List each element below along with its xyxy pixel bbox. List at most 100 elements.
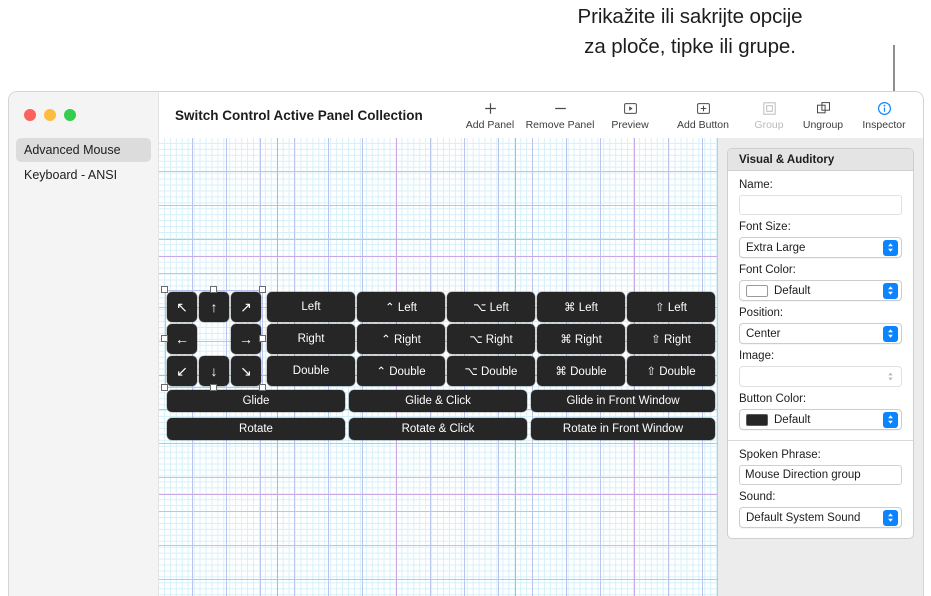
selection-handle[interactable] xyxy=(210,384,217,391)
panel-action-button[interactable]: Rotate xyxy=(167,418,345,440)
sidebar-item-keyboard-ansi[interactable]: Keyboard - ANSI xyxy=(16,163,151,187)
sidebar-item-label: Keyboard - ANSI xyxy=(24,168,118,182)
font-color-swatch xyxy=(746,284,768,297)
toolbar-add-panel-label: Add Panel xyxy=(465,119,515,131)
panel-action-button[interactable]: Glide xyxy=(167,390,345,412)
selection-handle[interactable] xyxy=(259,335,266,342)
button-color-value: Default xyxy=(774,413,811,426)
panel-action-button[interactable]: ⌘ Double xyxy=(537,356,625,386)
toolbar-preview-label: Preview xyxy=(611,119,649,131)
panel-action-button[interactable]: ⌥ Left xyxy=(447,292,535,322)
panel-action-button[interactable]: Glide in Front Window xyxy=(531,390,715,412)
traffic-lights xyxy=(24,109,76,121)
toolbar-inspector-button[interactable]: Inspector xyxy=(853,92,915,131)
toolbar-preview-button[interactable]: Preview xyxy=(599,92,661,131)
inspector-panel: Visual & Auditory Name: Font Size: Extra… xyxy=(727,148,914,539)
image-select[interactable] xyxy=(739,366,902,387)
app-window: Switch Control Active Panel Collection A… xyxy=(8,91,924,596)
chevron-updown-icon[interactable] xyxy=(883,509,898,526)
font-size-label: Font Size: xyxy=(739,221,791,233)
spoken-phrase-label: Spoken Phrase: xyxy=(739,449,821,461)
titlebar-left xyxy=(9,92,158,138)
selection-bounds[interactable] xyxy=(165,290,263,388)
ungroup-icon xyxy=(816,98,831,118)
position-label: Position: xyxy=(739,307,784,319)
panel-action-button[interactable]: Left xyxy=(267,292,355,322)
sidebar-item-label: Advanced Mouse xyxy=(24,143,121,157)
image-label: Image: xyxy=(739,350,775,362)
info-circle-icon xyxy=(877,98,892,118)
button-color-select[interactable]: Default xyxy=(739,409,902,430)
toolbar-group-button[interactable]: Group xyxy=(745,92,793,131)
panel-action-button[interactable]: ⌃ Left xyxy=(357,292,445,322)
window-body: Advanced Mouse Keyboard - ANSI ↖ ↑ ↗ ← → ↙ ↓ ↘ L… xyxy=(9,138,923,596)
panel-action-button[interactable]: Right xyxy=(267,324,355,354)
panel-action-button[interactable]: Rotate in Front Window xyxy=(531,418,715,440)
callout-annotation: Prikažite ili sakrijte opcije za ploče, … xyxy=(0,0,931,113)
maximize-button-icon[interactable] xyxy=(64,109,76,121)
position-value: Center xyxy=(746,327,781,340)
toolbar-remove-panel-label: Remove Panel xyxy=(525,119,595,131)
plus-box-icon xyxy=(696,98,711,118)
selection-handle[interactable] xyxy=(161,335,168,342)
selection-handle[interactable] xyxy=(259,286,266,293)
panel-action-button[interactable]: ⌘ Left xyxy=(537,292,625,322)
selection-handle[interactable] xyxy=(259,384,266,391)
selection-handle[interactable] xyxy=(210,286,217,293)
minimize-button-icon[interactable] xyxy=(44,109,56,121)
plus-icon xyxy=(483,98,498,118)
font-color-value: Default xyxy=(774,284,811,297)
chevron-updown-icon[interactable] xyxy=(883,239,898,256)
window-titlebar: Switch Control Active Panel Collection A… xyxy=(9,92,923,138)
inspector-visual-section: Name: Font Size: Extra Large Font Color: xyxy=(728,171,913,440)
toolbar-buttons: Add Panel Remove Panel Preview Add Butto… xyxy=(459,92,923,138)
panel-action-button[interactable]: ⌃ Right xyxy=(357,324,445,354)
callout-text: Prikažite ili sakrijte opcije za ploče, … xyxy=(470,2,910,62)
toolbar-add-button-label: Add Button xyxy=(677,119,729,131)
toolbar-remove-panel-button[interactable]: Remove Panel xyxy=(521,92,599,131)
name-field[interactable] xyxy=(739,195,902,215)
panel-action-button[interactable]: ⇧ Right xyxy=(627,324,715,354)
panel-action-button[interactable]: ⇧ Double xyxy=(627,356,715,386)
selection-handle[interactable] xyxy=(161,384,168,391)
panel-action-button[interactable]: ⇧ Left xyxy=(627,292,715,322)
inspector-sidebar: Visual & Auditory Name: Font Size: Extra… xyxy=(717,138,923,596)
sound-select[interactable]: Default System Sound xyxy=(739,507,902,528)
inspector-section-header: Visual & Auditory xyxy=(728,149,913,171)
chevron-updown-icon[interactable] xyxy=(883,282,898,299)
panel-button-layer: ↖ ↑ ↗ ← → ↙ ↓ ↘ Left ⌃ Left ⌥ Left ⌘ Left ⇧ Left Righ… xyxy=(161,286,717,448)
panel-action-button[interactable]: ⌃ Double xyxy=(357,356,445,386)
panel-action-button[interactable]: ⌘ Right xyxy=(537,324,625,354)
font-size-select[interactable]: Extra Large xyxy=(739,237,902,258)
panel-action-button[interactable]: Double xyxy=(267,356,355,386)
chevron-updown-icon[interactable] xyxy=(883,411,898,428)
spoken-phrase-field[interactable]: Mouse Direction group xyxy=(739,465,902,485)
panel-action-button[interactable]: ⌥ Right xyxy=(447,324,535,354)
name-label: Name: xyxy=(739,179,773,191)
panel-action-button[interactable]: Glide & Click xyxy=(349,390,527,412)
button-color-swatch xyxy=(746,413,768,426)
panel-action-button[interactable]: Rotate & Click xyxy=(349,418,527,440)
toolbar-add-panel-button[interactable]: Add Panel xyxy=(459,92,521,131)
chevron-updown-icon[interactable] xyxy=(883,325,898,342)
font-color-select[interactable]: Default xyxy=(739,280,902,301)
selection-handle[interactable] xyxy=(161,286,168,293)
panel-action-button[interactable]: ⌥ Double xyxy=(447,356,535,386)
position-select[interactable]: Center xyxy=(739,323,902,344)
toolbar-ungroup-label: Ungroup xyxy=(802,119,844,131)
close-button-icon[interactable] xyxy=(24,109,36,121)
toolbar: Switch Control Active Panel Collection A… xyxy=(158,92,923,138)
button-color-label: Button Color: xyxy=(739,393,807,405)
sidebar: Advanced Mouse Keyboard - ANSI xyxy=(9,138,158,596)
callout-line-2: za ploče, tipke ili grupe. xyxy=(584,35,796,58)
toolbar-inspector-label: Inspector xyxy=(862,119,906,131)
sidebar-item-advanced-mouse[interactable]: Advanced Mouse xyxy=(16,138,151,162)
toolbar-ungroup-button[interactable]: Ungroup xyxy=(793,92,853,131)
font-color-label: Font Color: xyxy=(739,264,796,276)
chevron-updown-icon[interactable] xyxy=(883,369,898,385)
panel-canvas[interactable]: ↖ ↑ ↗ ← → ↙ ↓ ↘ Left ⌃ Left ⌥ Left ⌘ Left ⇧ Left Righ… xyxy=(158,138,717,596)
callout-line-1: Prikažite ili sakrijte opcije xyxy=(577,5,803,28)
document-title: Switch Control Active Panel Collection xyxy=(175,108,423,123)
group-icon xyxy=(762,98,777,118)
toolbar-add-button-button[interactable]: Add Button xyxy=(661,92,745,131)
